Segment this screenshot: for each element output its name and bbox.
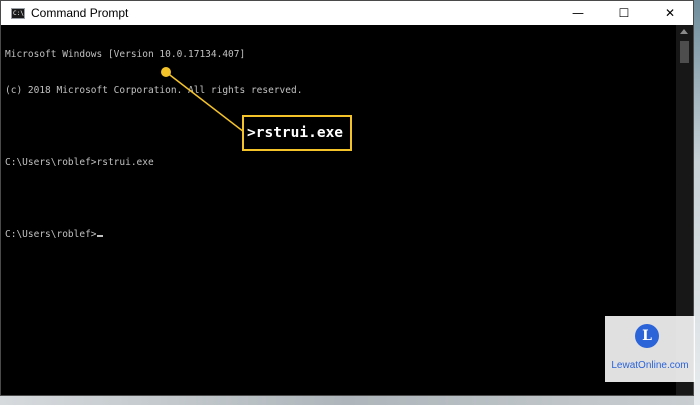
callout-overlay bbox=[161, 67, 245, 133]
watermark-logo-icon: L bbox=[635, 324, 659, 348]
watermark: L LewatOnline.com bbox=[605, 316, 695, 382]
callout-line bbox=[165, 71, 245, 133]
taskbar-strip bbox=[0, 396, 694, 405]
callout-dot bbox=[161, 67, 171, 77]
watermark-text: LewatOnline.com bbox=[611, 360, 689, 371]
callout-box: >rstrui.exe bbox=[242, 115, 352, 151]
